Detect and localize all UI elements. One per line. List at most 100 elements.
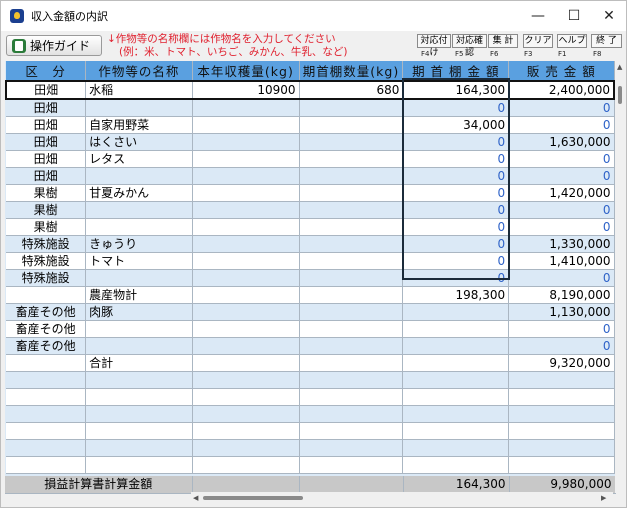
- row-harvest-qty[interactable]: [192, 184, 300, 202]
- row-harvest-qty[interactable]: [192, 269, 300, 287]
- row-opening-amount[interactable]: 0: [402, 150, 510, 168]
- row-category[interactable]: [6, 286, 87, 304]
- row-crop-name[interactable]: レタス: [85, 150, 193, 168]
- row-crop-name[interactable]: 甘夏みかん: [85, 184, 193, 202]
- row-category[interactable]: 畜産その他: [6, 303, 87, 321]
- row-opening-qty[interactable]: [299, 167, 404, 185]
- row-harvest-qty[interactable]: [192, 116, 300, 134]
- row-category[interactable]: 果樹: [6, 201, 87, 219]
- row-category[interactable]: [6, 371, 87, 389]
- row-sales-amount[interactable]: [508, 388, 615, 406]
- row-sales-amount[interactable]: 2,400,000: [508, 80, 615, 100]
- row-sales-amount[interactable]: 1,410,000: [508, 252, 615, 270]
- row-crop-name[interactable]: [85, 320, 193, 338]
- row-opening-amount[interactable]: [402, 405, 510, 423]
- row-category[interactable]: 田畑: [6, 150, 87, 168]
- row-opening-amount[interactable]: [402, 337, 510, 355]
- row-category[interactable]: 果樹: [6, 184, 87, 202]
- row-opening-amount[interactable]: 0: [402, 269, 510, 287]
- row-sales-amount[interactable]: [508, 422, 615, 440]
- row-opening-qty[interactable]: [299, 286, 404, 304]
- row-harvest-qty[interactable]: [192, 422, 300, 440]
- row-opening-amount[interactable]: 0: [402, 235, 510, 253]
- row-harvest-qty[interactable]: [192, 439, 300, 457]
- scroll-left-icon[interactable]: ◀: [193, 494, 198, 502]
- row-sales-amount[interactable]: [508, 456, 615, 474]
- row-opening-amount[interactable]: 0: [402, 252, 510, 270]
- row-category[interactable]: [6, 354, 87, 372]
- row-opening-amount[interactable]: [402, 456, 510, 474]
- row-opening-amount[interactable]: 0: [402, 201, 510, 219]
- row-sales-amount[interactable]: [508, 439, 615, 457]
- row-opening-qty[interactable]: [299, 150, 404, 168]
- row-opening-qty[interactable]: [299, 303, 404, 321]
- row-opening-amount[interactable]: [402, 354, 510, 372]
- row-harvest-qty[interactable]: [192, 252, 300, 270]
- row-category[interactable]: 田畑: [6, 116, 87, 134]
- row-category[interactable]: 果樹: [6, 218, 87, 236]
- row-harvest-qty[interactable]: [192, 337, 300, 355]
- row-harvest-qty[interactable]: [192, 99, 300, 117]
- row-crop-name[interactable]: [85, 405, 193, 423]
- row-opening-qty[interactable]: [299, 388, 404, 406]
- row-sales-amount[interactable]: 9,320,000: [508, 354, 615, 372]
- row-opening-amount[interactable]: 0: [402, 133, 510, 151]
- vertical-scrollbar[interactable]: ▲: [615, 61, 626, 493]
- row-crop-name[interactable]: [85, 422, 193, 440]
- row-harvest-qty[interactable]: [192, 303, 300, 321]
- row-crop-name[interactable]: 水稲: [85, 80, 193, 100]
- row-harvest-qty[interactable]: [192, 388, 300, 406]
- row-opening-qty[interactable]: [299, 405, 404, 423]
- row-crop-name[interactable]: [85, 218, 193, 236]
- row-opening-qty[interactable]: [299, 269, 404, 287]
- row-opening-amount[interactable]: [402, 388, 510, 406]
- row-opening-qty[interactable]: [299, 422, 404, 440]
- row-sales-amount[interactable]: 8,190,000: [508, 286, 615, 304]
- row-sales-amount[interactable]: 0: [508, 269, 615, 287]
- row-crop-name[interactable]: [85, 456, 193, 474]
- row-harvest-qty[interactable]: [192, 150, 300, 168]
- row-harvest-qty[interactable]: [192, 456, 300, 474]
- row-sales-amount[interactable]: [508, 371, 615, 389]
- row-opening-amount[interactable]: 0: [402, 184, 510, 202]
- row-sales-amount[interactable]: 0: [508, 99, 615, 117]
- row-opening-qty[interactable]: [299, 133, 404, 151]
- row-opening-amount[interactable]: 0: [402, 218, 510, 236]
- row-crop-name[interactable]: [85, 201, 193, 219]
- row-harvest-qty[interactable]: [192, 405, 300, 423]
- clear-button[interactable]: クリア: [523, 34, 553, 48]
- row-category[interactable]: 田畑: [6, 167, 87, 185]
- row-category[interactable]: 特殊施設: [6, 252, 87, 270]
- row-sales-amount[interactable]: 0: [508, 337, 615, 355]
- row-harvest-qty[interactable]: [192, 218, 300, 236]
- row-opening-qty[interactable]: [299, 371, 404, 389]
- row-category[interactable]: [6, 422, 87, 440]
- row-sales-amount[interactable]: 1,330,000: [508, 235, 615, 253]
- row-sales-amount[interactable]: 1,630,000: [508, 133, 615, 151]
- row-harvest-qty[interactable]: [192, 133, 300, 151]
- maximize-button[interactable]: ☐: [556, 1, 592, 31]
- row-crop-name[interactable]: [85, 99, 193, 117]
- row-sales-amount[interactable]: [508, 405, 615, 423]
- row-category[interactable]: [6, 456, 87, 474]
- row-category[interactable]: 特殊施設: [6, 269, 87, 287]
- row-opening-qty[interactable]: [299, 252, 404, 270]
- row-opening-qty[interactable]: [299, 235, 404, 253]
- row-opening-qty[interactable]: [299, 354, 404, 372]
- row-opening-qty[interactable]: 680: [299, 80, 404, 100]
- row-crop-name[interactable]: [85, 388, 193, 406]
- row-sales-amount[interactable]: 0: [508, 150, 615, 168]
- row-crop-name[interactable]: [85, 269, 193, 287]
- row-sales-amount[interactable]: 0: [508, 201, 615, 219]
- row-harvest-qty[interactable]: [192, 371, 300, 389]
- row-harvest-qty[interactable]: [192, 320, 300, 338]
- horizontal-scroll-thumb[interactable]: [203, 496, 303, 500]
- row-crop-name[interactable]: 肉豚: [85, 303, 193, 321]
- row-crop-name[interactable]: 自家用野菜: [85, 116, 193, 134]
- operation-guide-button[interactable]: 操作ガイド: [6, 35, 102, 56]
- scroll-up-icon[interactable]: ▲: [617, 63, 622, 71]
- row-opening-amount[interactable]: [402, 371, 510, 389]
- row-opening-qty[interactable]: [299, 439, 404, 457]
- row-sales-amount[interactable]: 0: [508, 320, 615, 338]
- row-opening-qty[interactable]: [299, 201, 404, 219]
